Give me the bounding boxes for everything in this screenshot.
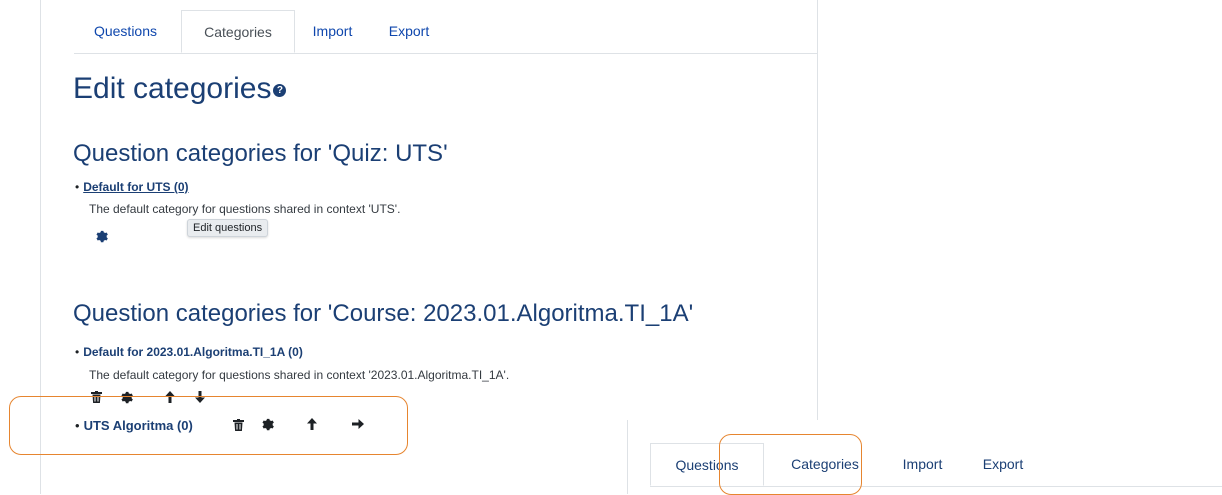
inset-tab-panel: Questions Categories Import Export [627, 420, 1222, 494]
tab-bar: Questions Categories Import Export [74, 10, 818, 54]
tab-export[interactable]: Export [963, 443, 1043, 486]
category-description: The default category for questions share… [89, 202, 401, 216]
tooltip-edit-questions: Edit questions [187, 219, 269, 237]
tab-categories[interactable]: Categories [181, 10, 295, 53]
bullet: • [75, 180, 80, 194]
category-item: • Default for 2023.01.Algoritma.TI_1A (0) [75, 345, 303, 359]
tab-import[interactable]: Import [886, 443, 959, 486]
help-icon[interactable]: ? [273, 83, 287, 97]
highlight-box-category-row [9, 396, 408, 455]
category-link[interactable]: Default for UTS (0) [83, 180, 188, 194]
tab-questions[interactable]: Questions [74, 10, 177, 53]
category-item: • Default for UTS (0) [75, 180, 189, 194]
section-heading-course: Question categories for 'Course: 2023.01… [73, 300, 694, 327]
inset-border-left [627, 420, 628, 494]
page-title: Edit categories? [73, 72, 287, 106]
category-link[interactable]: Default for 2023.01.Algoritma.TI_1A (0) [83, 345, 303, 359]
tab-export[interactable]: Export [369, 10, 449, 53]
page-title-text: Edit categories [73, 72, 272, 105]
tab-import[interactable]: Import [296, 10, 369, 53]
panel-border-right [817, 0, 818, 420]
bullet: • [75, 345, 80, 359]
category-description: The default category for questions share… [89, 368, 510, 382]
gear-icon[interactable] [95, 230, 108, 243]
highlight-box-categories-tab [719, 434, 862, 495]
section-heading-quiz: Question categories for 'Quiz: UTS' [73, 140, 448, 167]
